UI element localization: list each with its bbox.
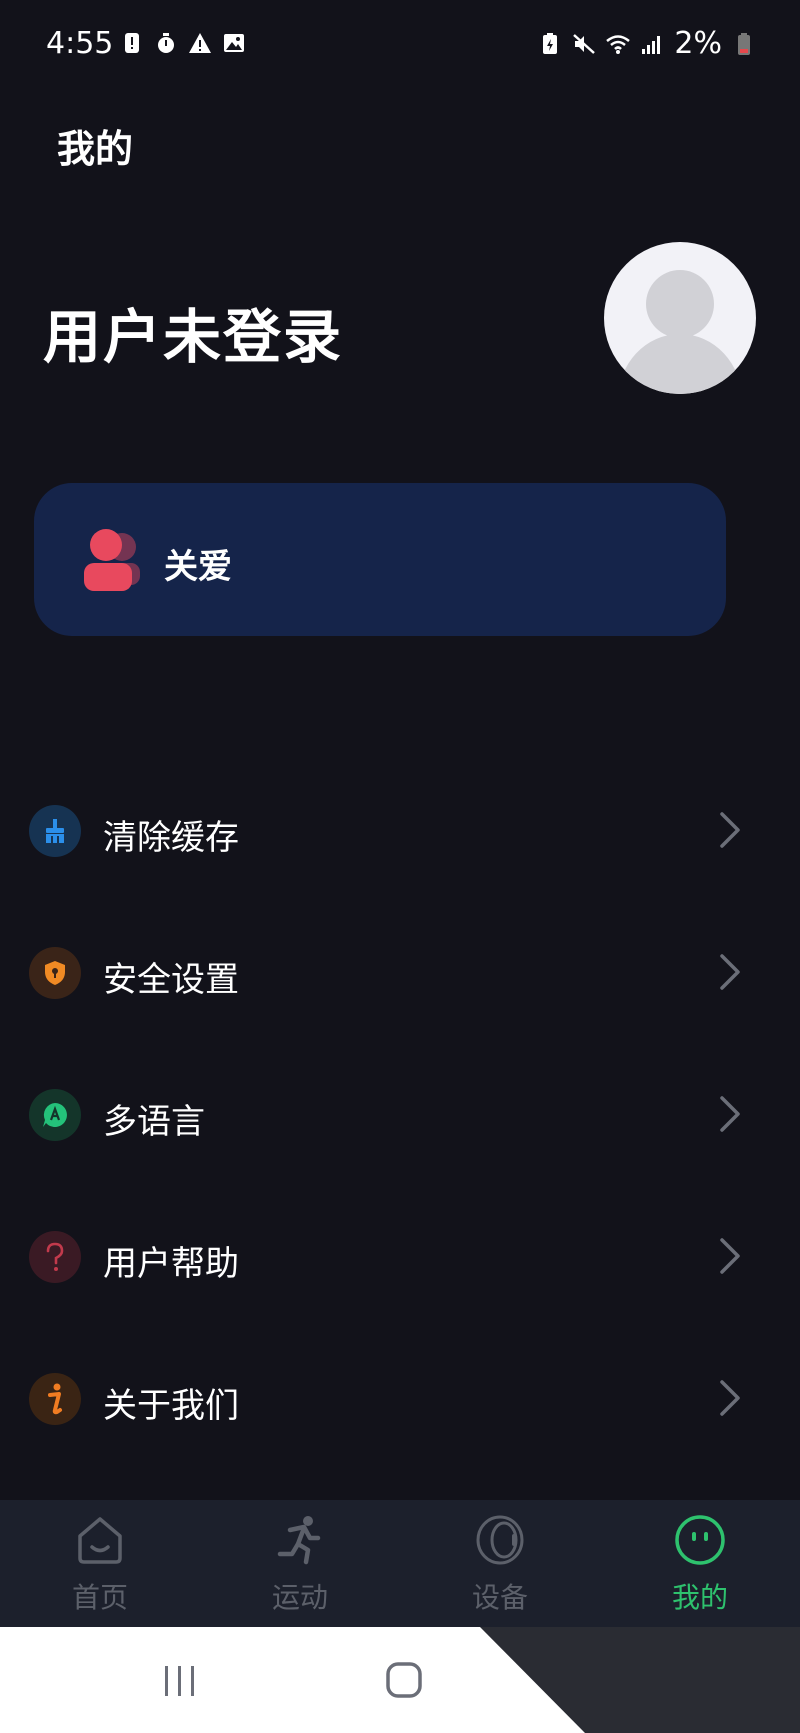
menu-item-label: 安全设置	[103, 960, 239, 1000]
status-system-icons: 2%	[538, 26, 756, 61]
tab-sports[interactable]: 运动	[200, 1500, 400, 1627]
tab-label: 设备	[471, 1581, 528, 1614]
image-icon	[224, 34, 244, 52]
menu-item-language[interactable]: 多语言	[0, 1054, 800, 1174]
mute-icon	[573, 33, 596, 54]
tab-home[interactable]: 首页	[0, 1500, 200, 1627]
tab-label: 首页	[71, 1581, 128, 1614]
bottom-nav: 首页 运动 设备 我的	[0, 1500, 800, 1627]
tab-mine[interactable]: 我的	[600, 1500, 800, 1627]
status-notification-icons	[120, 31, 246, 55]
ring-device-icon	[476, 1515, 524, 1565]
menu-item-label: 用户帮助	[103, 1244, 239, 1284]
avatar[interactable]	[604, 242, 756, 394]
tab-device[interactable]: 设备	[400, 1500, 600, 1627]
signal-icon	[642, 35, 661, 54]
status-time: 4:55	[46, 26, 114, 61]
help-icon	[29, 1231, 81, 1283]
care-people-icon	[84, 529, 140, 591]
menu-item-label: 多语言	[103, 1102, 205, 1142]
chevron-right-icon	[720, 812, 740, 848]
user-login-status[interactable]: 用户未登录	[43, 290, 343, 374]
menu-item-user-help[interactable]: 用户帮助	[0, 1196, 800, 1316]
status-bar: 4:55 2%	[0, 0, 800, 90]
battery-percentage: 2%	[674, 26, 722, 61]
broom-icon	[29, 805, 81, 857]
screen: 4:55 2% 我的 用户未登录 关爱 清除缓存 安全设置 多语言 用户帮助 关…	[0, 0, 800, 1733]
system-nav-bar	[0, 1627, 800, 1733]
alert-badge-icon	[125, 33, 139, 53]
battery-saver-icon	[543, 32, 558, 54]
menu-item-label: 清除缓存	[103, 818, 239, 858]
chevron-right-icon	[720, 1238, 740, 1274]
info-icon	[29, 1373, 81, 1425]
home-button-icon[interactable]	[385, 1661, 423, 1699]
chevron-right-icon	[720, 1380, 740, 1416]
menu-item-security-settings[interactable]: 安全设置	[0, 912, 800, 1032]
shield-icon	[29, 947, 81, 999]
language-icon	[29, 1089, 81, 1141]
menu-item-label: 关于我们	[103, 1386, 239, 1426]
smiley-face-icon	[675, 1515, 725, 1565]
care-card[interactable]: 关爱	[34, 483, 726, 636]
tab-label: 运动	[271, 1581, 328, 1614]
home-icon	[78, 1517, 122, 1564]
recent-apps-icon[interactable]	[160, 1663, 200, 1699]
page-title: 我的	[57, 127, 134, 171]
chevron-right-icon	[720, 1096, 740, 1132]
chevron-right-icon	[720, 954, 740, 990]
tab-label: 我的	[671, 1581, 728, 1614]
menu-item-clear-cache[interactable]: 清除缓存	[0, 770, 800, 890]
menu-item-about-us[interactable]: 关于我们	[0, 1338, 800, 1458]
stopwatch-icon	[158, 33, 174, 53]
running-icon	[277, 1516, 321, 1565]
battery-low-icon	[738, 32, 750, 55]
default-avatar-icon	[618, 270, 742, 394]
care-label: 关爱	[164, 547, 232, 587]
wifi-icon	[606, 34, 631, 54]
warning-icon	[189, 33, 211, 53]
